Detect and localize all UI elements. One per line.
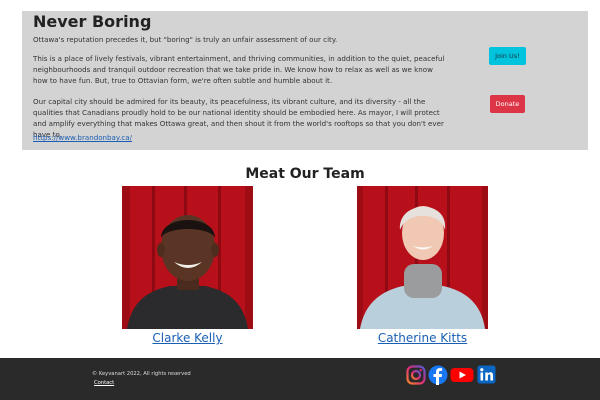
team-heading: Meat Our Team: [245, 166, 365, 182]
join-us-button[interactable]: Join Us!: [489, 47, 526, 65]
member-photo-catherine: [357, 186, 488, 329]
footer: © Keyvanart 2022, All rights reserved Co…: [0, 358, 600, 400]
youtube-icon[interactable]: [450, 365, 474, 385]
intro-paragraph-1: Ottawa's reputation precedes it, but "bo…: [33, 35, 338, 44]
website-link[interactable]: https://www.brandonbay.ca/: [33, 133, 132, 142]
facebook-icon[interactable]: [428, 365, 448, 385]
contact-link[interactable]: Contact: [94, 380, 114, 386]
team-member-card: Clarke Kelly: [122, 186, 253, 345]
donate-button[interactable]: Donate: [490, 95, 525, 113]
intro-section: Never Boring Ottawa's reputation precede…: [22, 11, 588, 150]
intro-paragraph-2: This is a place of lively festivals, vib…: [33, 54, 445, 85]
member-name-link[interactable]: Catherine Kitts: [337, 331, 508, 345]
team-member-card: Catherine Kitts: [357, 186, 488, 345]
copyright-text: © Keyvanart 2022, All rights reserved: [92, 371, 191, 377]
member-photo-clarke: [122, 186, 253, 329]
instagram-icon[interactable]: [406, 365, 426, 385]
linkedin-icon[interactable]: [477, 365, 496, 384]
intro-title: Never Boring: [33, 12, 152, 31]
member-name-link[interactable]: Clarke Kelly: [102, 331, 273, 345]
